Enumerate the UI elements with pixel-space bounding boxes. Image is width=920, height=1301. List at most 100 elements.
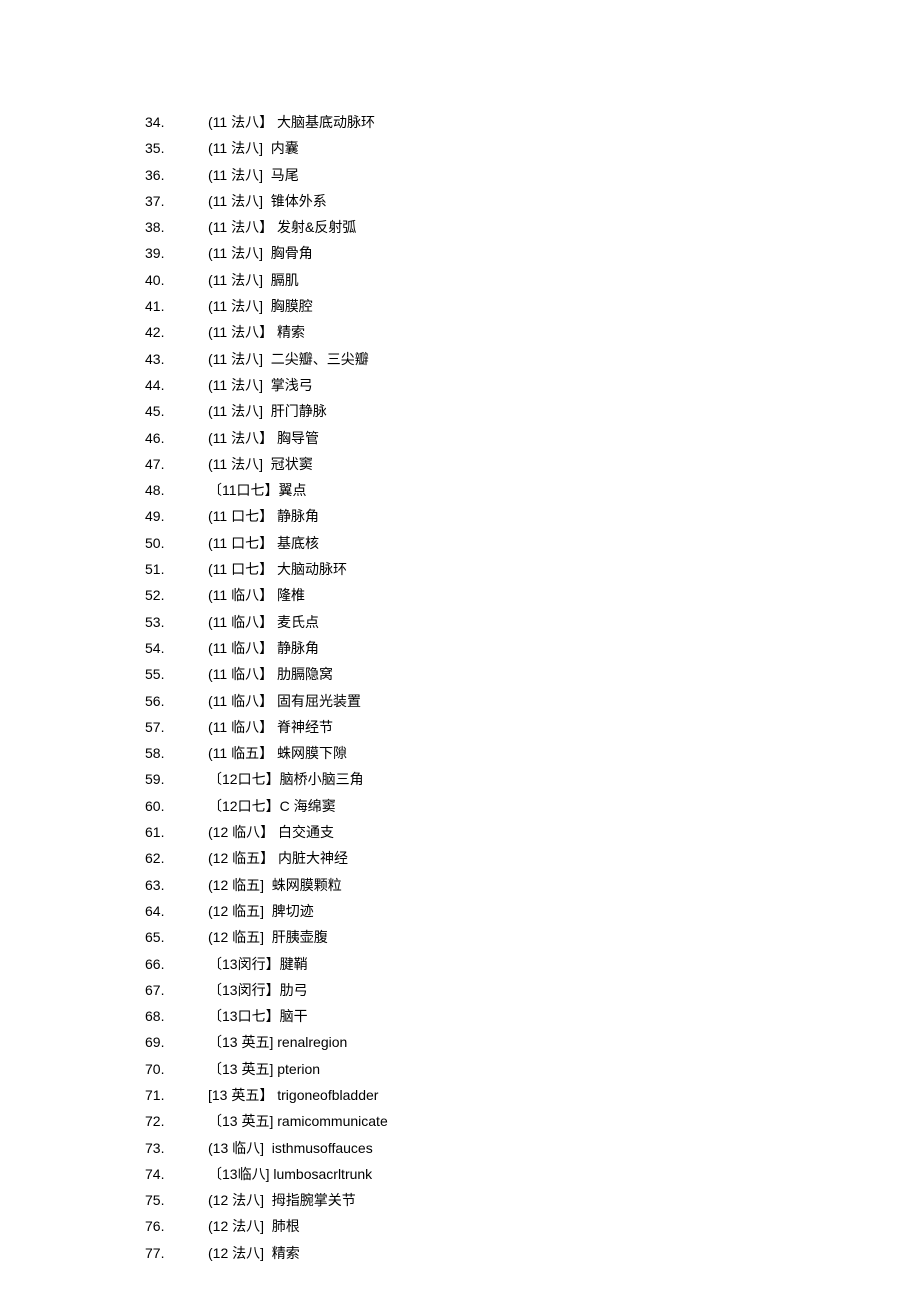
list-item: 72.〔13 英五] ramicommunicate [145, 1114, 920, 1140]
item-tag: 〔11口七】 [208, 483, 279, 497]
list-item: 73.(13 临八] isthmusoffauces [145, 1141, 920, 1167]
item-description: 麦氏点 [273, 615, 319, 629]
item-tag: (11 法八] [208, 141, 263, 155]
item-tag: (11 法八】 [208, 431, 273, 445]
item-tag: (12 法八] [208, 1193, 264, 1207]
item-number: 55. [145, 667, 208, 681]
item-tag: [13 英五】 [208, 1088, 273, 1102]
item-tag: (11 临八】 [208, 641, 273, 655]
list-item: 39.(11 法八] 胸骨角 [145, 246, 920, 272]
item-number: 53. [145, 615, 208, 629]
item-tag: 〔13闵行】 [208, 957, 280, 971]
list-item: 42.(11 法八】 精索 [145, 325, 920, 351]
item-number: 46. [145, 431, 208, 445]
item-number: 35. [145, 141, 208, 155]
item-tag: (12 法八] [208, 1219, 264, 1233]
item-tag: 〔13闵行】 [208, 983, 280, 997]
list-item: 70.〔13 英五] pterion [145, 1062, 920, 1088]
item-description: 基底核 [273, 536, 319, 550]
item-description: 蛛网膜下隙 [273, 746, 347, 760]
list-item: 41.(11 法八] 胸膜腔 [145, 299, 920, 325]
list-item: 52.(11 临八】 隆椎 [145, 588, 920, 614]
list-item: 65.(12 临五] 肝胰壶腹 [145, 930, 920, 956]
item-number: 65. [145, 930, 208, 944]
item-tag: (11 口七】 [208, 562, 273, 576]
item-tag: 〔13 英五] [208, 1062, 273, 1076]
list-item: 34.(11 法八】 大脑基底动脉环 [145, 115, 920, 141]
list-item: 64.(12 临五] 脾切迹 [145, 904, 920, 930]
item-tag: (11 法八] [208, 194, 263, 208]
list-item: 50.(11 口七】 基底核 [145, 536, 920, 562]
item-tag: (12 临五】 [208, 851, 274, 865]
list-item: 36.(11 法八] 马尾 [145, 168, 920, 194]
item-number: 66. [145, 957, 208, 971]
list-item: 43.(11 法八] 二尖瓣、三尖瓣 [145, 352, 920, 378]
list-item: 45.(11 法八] 肝门静脉 [145, 404, 920, 430]
item-number: 72. [145, 1114, 208, 1128]
item-tag: (12 临五] [208, 904, 264, 918]
item-number: 62. [145, 851, 208, 865]
list-item: 61.(12 临八】 白交通支 [145, 825, 920, 851]
item-tag: 〔13 英五] [208, 1114, 273, 1128]
item-description: 脑干 [280, 1009, 308, 1023]
item-tag: 〔13临八] [208, 1167, 269, 1181]
item-number: 57. [145, 720, 208, 734]
item-description: C 海绵窦 [280, 799, 336, 813]
item-tag: 〔12口七】 [208, 772, 280, 786]
list-item: 35.(11 法八] 内囊 [145, 141, 920, 167]
list-item: 75.(12 法八] 拇指腕掌关节 [145, 1193, 920, 1219]
item-number: 43. [145, 352, 208, 366]
item-description: 翼点 [279, 483, 307, 497]
item-description: ramicommunicate [273, 1114, 387, 1128]
item-tag: (11 临八】 [208, 720, 273, 734]
item-description: lumbosacrltrunk [269, 1167, 372, 1181]
item-description: 掌浅弓 [263, 378, 313, 392]
item-description: renalregion [273, 1035, 347, 1049]
list-item: 46.(11 法八】 胸导管 [145, 431, 920, 457]
item-description: 脊神经节 [273, 720, 333, 734]
item-number: 45. [145, 404, 208, 418]
list-item: 71.[13 英五】 trigoneofbladder [145, 1088, 920, 1114]
item-description: 肺根 [264, 1219, 300, 1233]
item-tag: (11 法八] [208, 352, 263, 366]
item-tag: (11 法八] [208, 378, 263, 392]
item-tag: (11 临八】 [208, 694, 273, 708]
item-tag: (11 法八] [208, 457, 263, 471]
item-description: 肝胰壶腹 [264, 930, 328, 944]
item-description: 冠状窦 [263, 457, 313, 471]
list-item: 69.〔13 英五] renalregion [145, 1035, 920, 1061]
item-tag: (13 临八] [208, 1141, 264, 1155]
item-description: 胸导管 [273, 431, 319, 445]
item-number: 75. [145, 1193, 208, 1207]
list-item: 51.(11 口七】 大脑动脉环 [145, 562, 920, 588]
list-item: 63.(12 临五] 蛛网膜颗粒 [145, 878, 920, 904]
item-description: 脑桥小脑三角 [280, 772, 364, 786]
item-tag: (11 口七】 [208, 536, 273, 550]
list-item: 74.〔13临八] lumbosacrltrunk [145, 1167, 920, 1193]
item-description: 肝门静脉 [263, 404, 327, 418]
item-tag: (11 法八] [208, 168, 263, 182]
item-tag: (11 法八] [208, 404, 263, 418]
item-number: 52. [145, 588, 208, 602]
item-description: 静脉角 [273, 509, 319, 523]
item-description: 胸膜腔 [263, 299, 313, 313]
item-tag: (11 法八] [208, 246, 263, 260]
item-number: 39. [145, 246, 208, 260]
item-description: trigoneofbladder [273, 1088, 378, 1102]
list-item: 40.(11 法八] 膈肌 [145, 273, 920, 299]
item-description: isthmusoffauces [264, 1141, 373, 1155]
list-item: 53.(11 临八】 麦氏点 [145, 615, 920, 641]
item-number: 50. [145, 536, 208, 550]
item-tag: 〔12口七】 [208, 799, 280, 813]
item-tag: (11 临八】 [208, 588, 273, 602]
item-tag: (11 法八] [208, 299, 263, 313]
item-description: 隆椎 [273, 588, 305, 602]
item-description: 脾切迹 [264, 904, 314, 918]
item-tag: (12 临八】 [208, 825, 274, 839]
item-number: 44. [145, 378, 208, 392]
list-item: 37.(11 法八] 锥体外系 [145, 194, 920, 220]
item-number: 40. [145, 273, 208, 287]
item-description: 大脑动脉环 [273, 562, 347, 576]
list-item: 54.(11 临八】 静脉角 [145, 641, 920, 667]
item-number: 67. [145, 983, 208, 997]
